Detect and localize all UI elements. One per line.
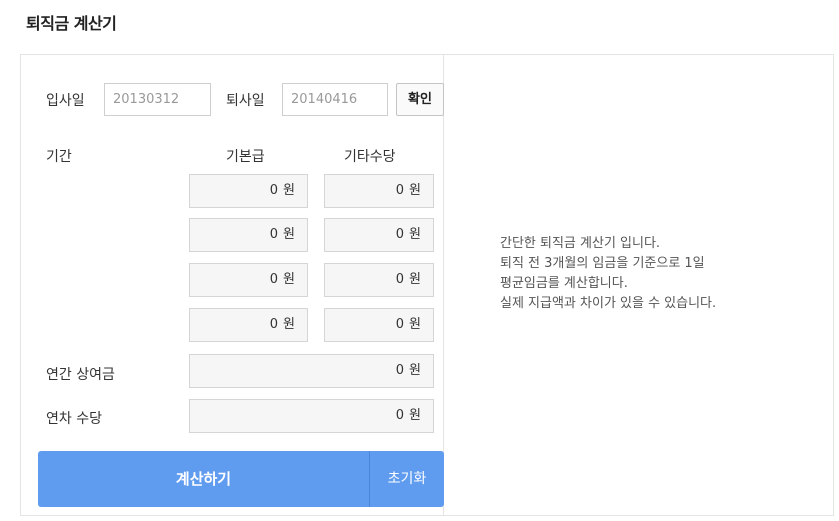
base-pay-input-1[interactable]: 0원 [189,174,308,208]
amount-value: 0 [395,183,405,198]
unit-label: 원 [283,272,295,287]
amount-value: 0 [395,363,405,378]
extra-pay-input-2[interactable]: 0원 [324,218,434,252]
period-header: 기간 [46,149,72,165]
annual-bonus-label: 연간 상여금 [46,367,115,383]
unit-label: 원 [409,408,421,423]
amount-value: 0 [395,272,405,287]
unit-label: 원 [283,183,295,198]
leave-allowance-label: 연차 수당 [46,411,102,427]
unit-label: 원 [409,227,421,242]
description-line: 퇴직 전 3개월의 임금을 기준으로 1일 [500,256,705,271]
extra-pay-header: 기타수당 [344,149,396,165]
annual-bonus-input[interactable]: 0원 [189,354,434,388]
panel-divider [443,54,444,516]
amount-value: 0 [269,317,279,332]
amount-value: 0 [395,317,405,332]
description-line: 평균임금를 계산합니다. [500,276,628,291]
base-pay-input-3[interactable]: 0원 [189,263,308,297]
amount-value: 0 [269,183,279,198]
confirm-button[interactable]: 확인 [396,83,444,116]
amount-value: 0 [269,227,279,242]
unit-label: 원 [409,317,421,332]
base-pay-input-4[interactable]: 0원 [189,308,308,342]
join-date-label: 입사일 [46,93,85,109]
extra-pay-input-4[interactable]: 0원 [324,308,434,342]
extra-pay-input-3[interactable]: 0원 [324,263,434,297]
reset-button[interactable]: 초기화 [369,451,444,507]
leave-date-label: 퇴사일 [226,93,265,109]
base-pay-header: 기본급 [226,149,265,165]
unit-label: 원 [283,227,295,242]
unit-label: 원 [409,272,421,287]
calculate-button[interactable]: 계산하기 [38,451,369,507]
join-date-input[interactable]: 20130312 [104,83,211,116]
amount-value: 0 [269,272,279,287]
leave-date-input[interactable]: 20140416 [282,83,388,116]
amount-value: 0 [395,408,405,423]
extra-pay-input-1[interactable]: 0원 [324,174,434,208]
unit-label: 원 [409,183,421,198]
unit-label: 원 [409,363,421,378]
leave-allowance-input[interactable]: 0원 [189,399,434,433]
description-line: 실제 지급액과 차이가 있을 수 있습니다. [500,296,717,311]
amount-value: 0 [395,227,405,242]
description-text: 간단한 퇴직금 계산기 입니다. 퇴직 전 3개월의 임금을 기준으로 1일 평… [500,234,716,314]
description-line: 간단한 퇴직금 계산기 입니다. [500,236,661,251]
base-pay-input-2[interactable]: 0원 [189,218,308,252]
page-title: 퇴직금 계산기 [26,14,117,33]
unit-label: 원 [283,317,295,332]
